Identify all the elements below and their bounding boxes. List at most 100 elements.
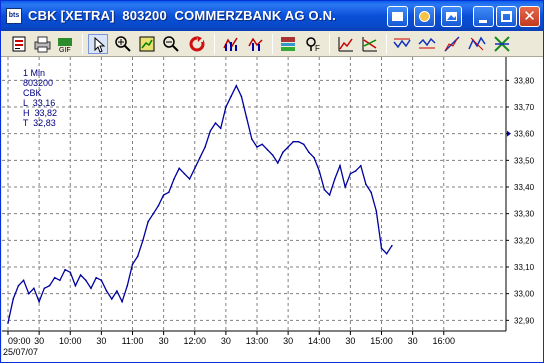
price-point: [121, 300, 123, 303]
last-price-marker: [507, 130, 511, 137]
pattern-icon: [468, 36, 486, 51]
price-point: [334, 178, 336, 180]
price-point: [7, 322, 9, 324]
price-point: [282, 151, 284, 154]
chart-window: bts CBK [XETRA] 803200 COMMERZBANK AG O.…: [0, 0, 544, 363]
price-point: [100, 279, 103, 282]
price-point: [266, 148, 269, 151]
fan-button[interactable]: [417, 34, 437, 54]
x-tick-label: 09:00: [8, 336, 31, 346]
price-point: [256, 146, 258, 148]
price-point: [105, 290, 108, 292]
maximize-button[interactable]: [496, 6, 517, 27]
trendline-icon: [393, 38, 411, 49]
price-point: [33, 287, 35, 290]
chart-settings-button[interactable]: F: [303, 34, 323, 54]
date-label: 25/07/07: [3, 347, 38, 357]
x-tick-label: 30: [159, 336, 169, 346]
x-tick-label: 15:00: [370, 336, 393, 346]
period-icon: [281, 37, 295, 51]
zoom-out-button[interactable]: [161, 34, 181, 54]
print-button[interactable]: [9, 34, 29, 54]
price-point: [116, 290, 118, 292]
price-point: [209, 130, 212, 132]
y-tick-label: 33,10: [514, 263, 535, 272]
y-tick-label: 33,00: [514, 290, 535, 299]
window-menu-icon: [392, 12, 403, 21]
y-tick-label: 33,70: [514, 103, 535, 112]
price-point: [230, 95, 232, 98]
trendline-button[interactable]: [392, 34, 412, 54]
price-point: [95, 276, 97, 279]
app-logo-icon[interactable]: bts: [6, 8, 22, 24]
price-point: [365, 183, 367, 186]
delete-drawings-button[interactable]: [492, 34, 512, 54]
zoom-in-icon: [115, 36, 131, 52]
price-point: [339, 164, 341, 167]
price-point: [48, 284, 51, 287]
price-point: [142, 239, 144, 242]
price-point: [131, 263, 134, 266]
price-point: [344, 186, 347, 188]
price-point: [152, 212, 155, 215]
symbol-label: CBK: [23, 88, 42, 98]
price-point: [136, 255, 139, 258]
price-point: [214, 122, 217, 124]
price-point: [111, 298, 113, 300]
price-point: [12, 298, 14, 300]
price-point: [360, 164, 362, 167]
close-icon: ✕: [523, 7, 536, 25]
window-title: CBK [XETRA] 803200 COMMERZBANK AG O.N.: [28, 8, 336, 23]
price-point: [251, 138, 253, 140]
favorite-button[interactable]: [414, 6, 435, 27]
indicator-button[interactable]: [221, 34, 241, 54]
price-point: [261, 143, 264, 146]
screenshot-button[interactable]: [441, 6, 462, 27]
star-icon: [419, 11, 430, 22]
line-draw-button[interactable]: [335, 34, 355, 54]
price-point: [157, 204, 160, 207]
toolbar-separator: [272, 34, 273, 54]
price-chart-area[interactable]: 33,80 33,70 33,60 33,50 33,40 33,30 33,20 33,10…: [2, 57, 543, 362]
minimize-icon: [479, 20, 487, 23]
price-point: [225, 106, 227, 108]
x-tick-label: 30: [345, 336, 355, 346]
channel-button[interactable]: [359, 34, 379, 54]
window-menu-button[interactable]: [387, 6, 408, 27]
toolbar-separator: [329, 34, 330, 54]
fib-button[interactable]: [442, 34, 462, 54]
close-button[interactable]: ✕: [519, 6, 540, 27]
price-chart[interactable]: 33,80 33,70 33,60 33,50 33,40 33,30 33,20 33,10…: [2, 57, 543, 362]
minimize-button[interactable]: [473, 6, 494, 27]
x-tick-label: 30: [408, 336, 418, 346]
price-point: [43, 287, 46, 290]
svg-text:GIF: GIF: [59, 47, 71, 54]
price-point: [240, 95, 243, 98]
line-draw-icon: [338, 37, 353, 52]
indicator-alt-button[interactable]: [246, 34, 266, 54]
price-point: [245, 116, 248, 119]
title-bar[interactable]: bts CBK [XETRA] 803200 COMMERZBANK AG O.…: [1, 1, 543, 31]
pattern-button[interactable]: [467, 34, 487, 54]
price-point: [235, 84, 238, 87]
fit-button[interactable]: [137, 34, 157, 54]
y-tick-label: 33,30: [514, 210, 535, 219]
price-point: [391, 244, 393, 247]
price-point: [328, 194, 331, 196]
export-gif-button[interactable]: GIF: [55, 34, 75, 54]
price-point: [173, 178, 175, 180]
x-tick-label: 12:00: [183, 336, 206, 346]
x-tick-label: 30: [96, 336, 106, 346]
price-point: [308, 151, 310, 154]
printer-button[interactable]: [32, 34, 52, 54]
price-point: [53, 276, 56, 279]
pointer-tool-button[interactable]: [88, 34, 108, 54]
period-button[interactable]: [278, 34, 298, 54]
y-tick-label: 33,40: [514, 183, 535, 192]
price-point: [28, 292, 30, 295]
refresh-button[interactable]: [187, 34, 207, 54]
zoom-in-button[interactable]: [113, 34, 133, 54]
price-point: [126, 284, 129, 287]
price-point: [323, 188, 326, 191]
price-point: [302, 143, 305, 146]
